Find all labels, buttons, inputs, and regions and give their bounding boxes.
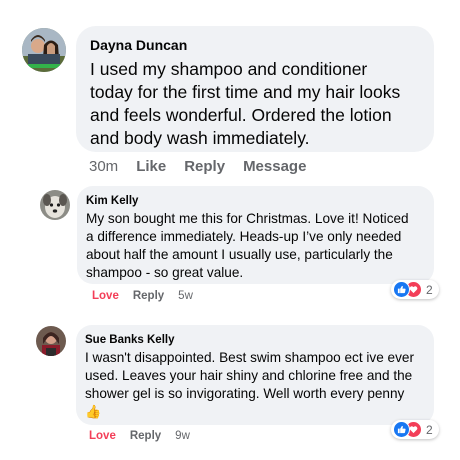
comment-bubble: Sue Banks Kelly I wasn't disappointed. B… — [76, 325, 434, 425]
comment-text: My son bought me this for Christmas. Lov… — [86, 210, 409, 282]
comment-line: used. Leaves your hair shiny and chlorin… — [85, 368, 413, 383]
comment-line: and body wash immediately. — [90, 128, 310, 148]
reply-button[interactable]: Reply — [184, 158, 225, 175]
avatar[interactable] — [40, 190, 70, 220]
love-button[interactable]: Love — [92, 290, 119, 302]
comment-text: I used my shampoo and conditioner today … — [90, 58, 400, 150]
reaction-count: 2 — [426, 422, 433, 437]
comment-line: and feels wonderful. Ordered the lotion — [90, 105, 392, 125]
comment-bubble: Dayna Duncan I used my shampoo and condi… — [76, 26, 434, 152]
timestamp[interactable]: 30m — [89, 158, 118, 175]
timestamp[interactable]: 5w — [178, 290, 193, 302]
timestamp[interactable]: 9w — [175, 430, 190, 442]
comment-line: about half the amount I usually use, par… — [86, 247, 393, 262]
comment-actions: Love Reply 9w — [89, 430, 190, 442]
like-icon — [393, 421, 410, 438]
profile-photo-icon — [36, 326, 66, 356]
comment-actions: 30m Like Reply Message — [89, 158, 306, 175]
love-button[interactable]: Love — [89, 430, 116, 442]
reaction-summary[interactable]: 2 — [391, 280, 439, 299]
reaction-count: 2 — [426, 282, 433, 297]
like-icon — [393, 281, 410, 298]
reply-button[interactable]: Reply — [133, 290, 164, 302]
like-button[interactable]: Like — [136, 158, 166, 175]
avatar[interactable] — [36, 326, 66, 356]
message-button[interactable]: Message — [243, 158, 306, 175]
comment-text: I wasn't disappointed. Best swim shampoo… — [85, 349, 414, 421]
avatar[interactable] — [22, 28, 66, 72]
comment-line: shampoo - so great value. — [86, 265, 244, 280]
author-name[interactable]: Kim Kelly — [86, 195, 138, 207]
comment-line: I wasn't disappointed. Best swim shampoo… — [85, 350, 415, 365]
comment-line: shower gel is so invigorating. Well wort… — [85, 386, 405, 401]
profile-photo-icon — [22, 28, 66, 72]
comment-bubble: Kim Kelly My son bought me this for Chri… — [77, 186, 434, 284]
comment-actions: Love Reply 5w — [92, 290, 193, 302]
reply-button[interactable]: Reply — [130, 430, 161, 442]
reaction-summary[interactable]: 2 — [391, 420, 439, 439]
author-name[interactable]: Sue Banks Kelly — [85, 334, 174, 346]
comment-line: a difference immediately. Heads-up I’ve … — [86, 229, 402, 244]
comment-line: My son bought me this for Christmas. Lov… — [86, 211, 409, 226]
profile-photo-icon — [40, 190, 70, 220]
comment-line: I used my shampoo and conditioner — [90, 59, 368, 79]
thumbs-up-emoji: 👍 — [85, 404, 102, 419]
comment-line: today for the first time and my hair loo… — [90, 82, 401, 102]
author-name[interactable]: Dayna Duncan — [90, 37, 187, 53]
